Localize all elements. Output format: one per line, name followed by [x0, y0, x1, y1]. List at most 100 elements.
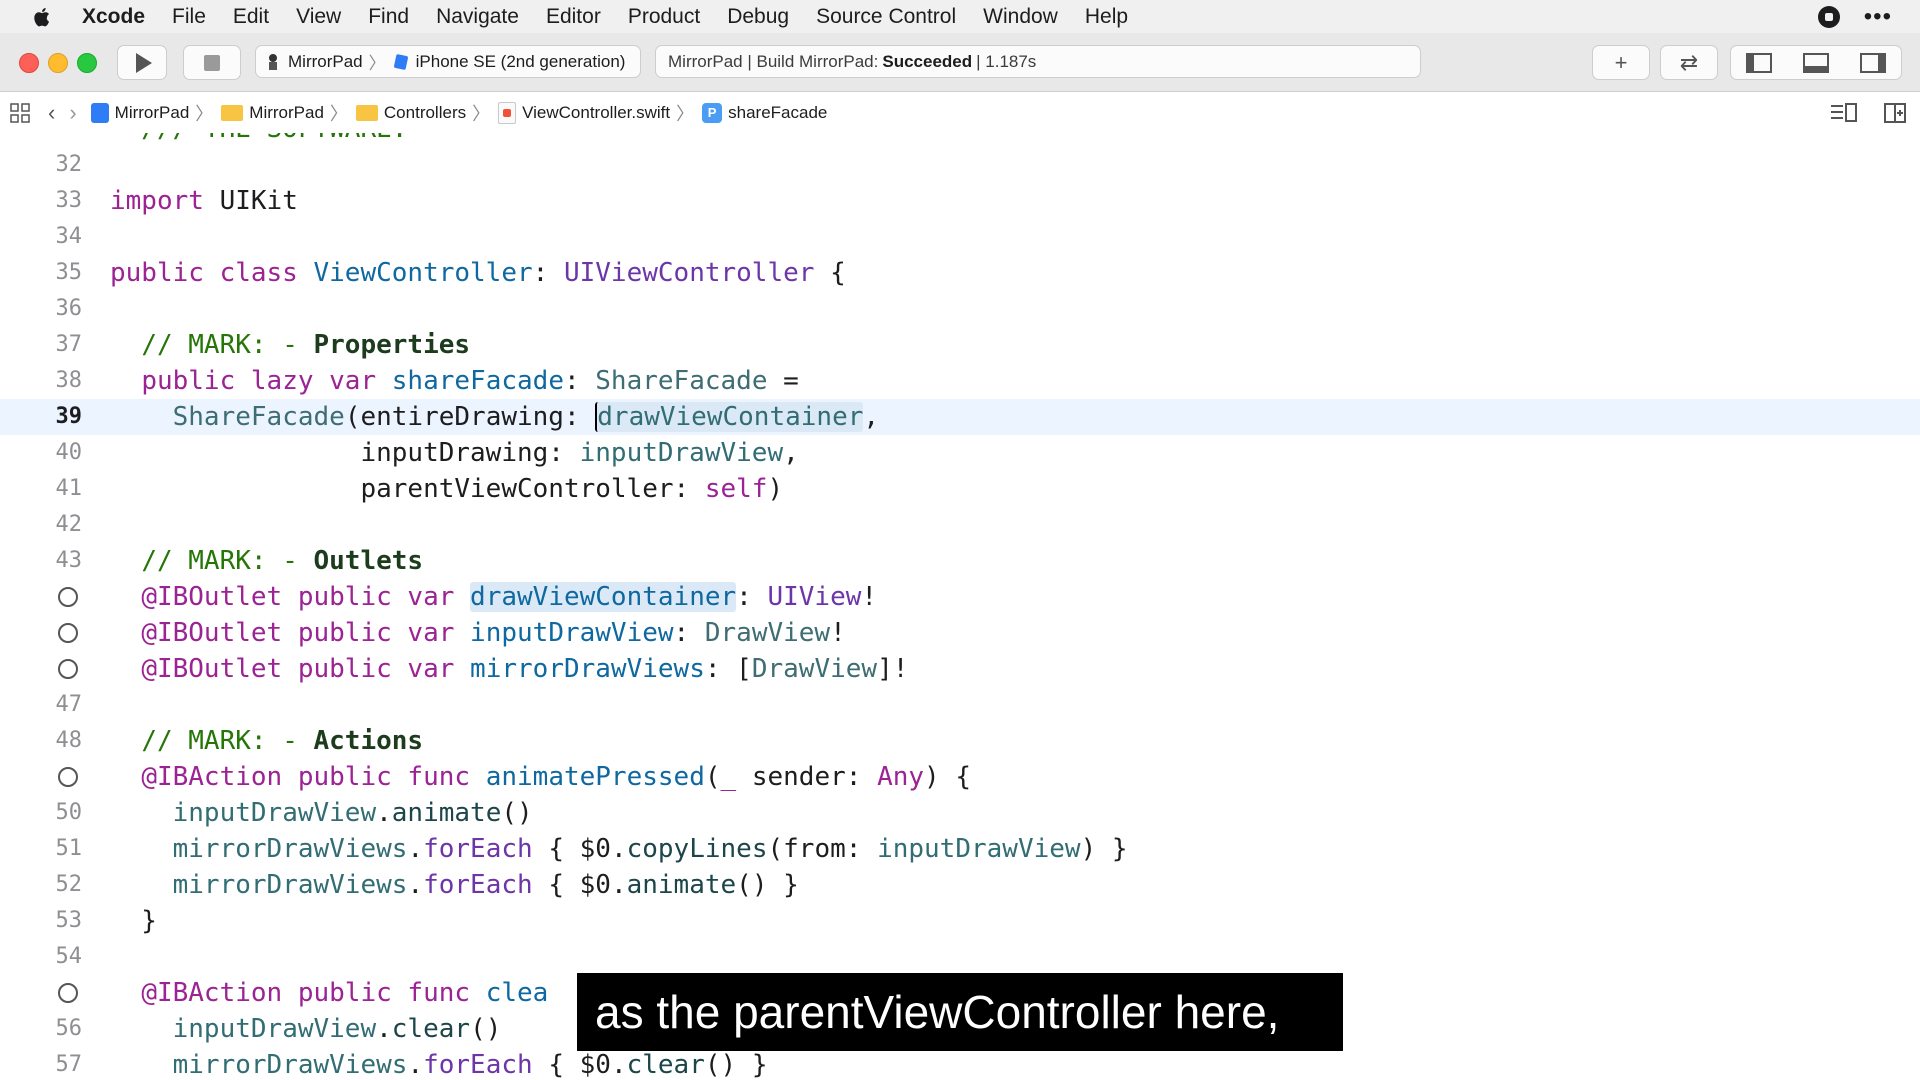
scheme-selector[interactable]: MirrorPad 〉 iPhone SE (2nd generation) — [255, 45, 641, 78]
line-number: 53 — [55, 908, 83, 933]
project-icon — [90, 102, 109, 123]
outlet-connection-icon[interactable] — [58, 659, 78, 679]
video-caption: as the parentViewController here, — [577, 973, 1343, 1051]
crumb-group[interactable]: MirrorPad — [221, 103, 324, 123]
menu-debug[interactable]: Debug — [727, 5, 789, 29]
line-number: 35 — [55, 260, 83, 285]
crumb-symbol[interactable]: P shareFacade — [702, 102, 828, 123]
outlet-connection-icon[interactable] — [58, 623, 78, 643]
more-dots-icon[interactable]: ••• — [1864, 0, 1892, 33]
editor-options — [1830, 92, 1906, 133]
code-text: ShareFacade(entireDrawing: drawViewConta… — [172, 402, 880, 432]
code-text: inputDrawView.animate() — [172, 798, 533, 828]
line-number: 52 — [55, 872, 83, 897]
menu-find[interactable]: Find — [368, 5, 409, 29]
add-editor-icon[interactable] — [1884, 102, 1906, 123]
code-text: @IBAction public func clea — [141, 978, 549, 1008]
outlet-connection-icon[interactable] — [58, 587, 78, 607]
code-text: @IBAction public func animatePressed(_ s… — [141, 762, 971, 792]
code-text: import UIKit — [110, 186, 298, 216]
code-review-button[interactable]: ⇄ — [1660, 45, 1718, 80]
stop-button[interactable] — [183, 45, 241, 80]
code-line: @IBOutlet public var drawViewContainer: … — [0, 579, 1920, 615]
code-text: } — [110, 906, 157, 936]
code-text: parentViewController: self) — [110, 474, 784, 504]
crumb-controllers[interactable]: Controllers — [355, 103, 466, 123]
action-connection-icon[interactable] — [58, 767, 78, 787]
menu-help[interactable]: Help — [1085, 5, 1128, 29]
line-number: 51 — [55, 836, 83, 861]
crumb-group-label: MirrorPad — [249, 102, 324, 122]
crumb-file[interactable]: ViewController.swift — [498, 101, 671, 124]
run-button[interactable] — [117, 45, 167, 80]
crumb-project[interactable]: MirrorPad — [90, 102, 190, 123]
code-line: 40 inputDrawing: inputDrawView, — [0, 435, 1920, 471]
code-line: 50 inputDrawView.animate() — [0, 795, 1920, 831]
code-text: @IBOutlet public var inputDrawView: Draw… — [141, 618, 846, 648]
crumb-symbol-label: shareFacade — [728, 102, 828, 122]
close-window-button[interactable] — [19, 53, 39, 73]
line-number: 34 — [55, 224, 83, 249]
menu-window[interactable]: Window — [983, 5, 1058, 29]
code-line: 48 // MARK: - Actions — [0, 723, 1920, 759]
navigator-toggle-icon[interactable] — [1746, 52, 1773, 73]
crumb-separator: 〉 — [195, 103, 214, 124]
related-items-grid-icon[interactable] — [10, 102, 30, 123]
crumb-project-label: MirrorPad — [114, 102, 190, 122]
menu-editor[interactable]: Editor — [546, 5, 601, 29]
line-number: 41 — [55, 476, 83, 501]
folder-icon — [355, 104, 378, 121]
line-number: 33 — [55, 188, 83, 213]
code-line: 52 mirrorDrawViews.forEach { $0.animate(… — [0, 867, 1920, 903]
scheme-name: MirrorPad — [288, 51, 363, 71]
menu-bar: Xcode File Edit View Find Navigate Edito… — [0, 0, 1920, 33]
minimize-window-button[interactable] — [48, 53, 68, 73]
code-line: 32 — [0, 147, 1920, 183]
code-text: @IBOutlet public var drawViewContainer: … — [141, 582, 878, 612]
screen-recording-icon[interactable] — [1817, 5, 1840, 28]
menu-edit[interactable]: Edit — [233, 5, 269, 29]
back-arrow-icon[interactable]: ‹ — [48, 100, 55, 126]
menu-product[interactable]: Product — [628, 5, 700, 29]
menu-extras: ••• — [1817, 0, 1892, 33]
line-number: 40 — [55, 440, 83, 465]
line-number: 42 — [55, 512, 83, 537]
library-button[interactable]: + — [1592, 45, 1650, 80]
menu-navigate[interactable]: Navigate — [436, 5, 519, 29]
play-icon — [136, 52, 152, 73]
menu-source-control[interactable]: Source Control — [816, 5, 956, 29]
line-number: 38 — [55, 368, 83, 393]
line-number: 39 — [55, 404, 83, 429]
menu-view[interactable]: View — [296, 5, 341, 29]
action-connection-icon[interactable] — [58, 983, 78, 1003]
swap-arrows-icon: ⇄ — [1679, 49, 1699, 75]
menu-app-name[interactable]: Xcode — [82, 5, 145, 29]
code-text: // MARK: - Actions — [141, 726, 424, 756]
zoom-window-button[interactable] — [77, 53, 97, 73]
code-text: mirrorDrawViews.forEach { $0.animate() } — [172, 870, 799, 900]
code-line: @IBOutlet public var mirrorDrawViews: [D… — [0, 651, 1920, 687]
source-editor[interactable]: /// THE SOFTWARE. 32 33 import UIKit 34 … — [0, 133, 1920, 1080]
window-toolbar: MirrorPad 〉 iPhone SE (2nd generation) M… — [0, 33, 1920, 92]
line-number: 47 — [55, 692, 83, 717]
code-line: 36 — [0, 291, 1920, 327]
menu-file[interactable]: File — [172, 5, 206, 29]
code-line: 33 import UIKit — [0, 183, 1920, 219]
line-number: 48 — [55, 728, 83, 753]
editor-options-icon[interactable] — [1830, 102, 1858, 123]
build-time: | 1.187s — [976, 51, 1037, 71]
code-text: @IBOutlet public var mirrorDrawViews: [D… — [141, 654, 909, 684]
code-line: 54 — [0, 939, 1920, 975]
code-line: 57 mirrorDrawViews.forEach { $0.clear() … — [0, 1047, 1920, 1080]
device-icon — [393, 53, 408, 70]
plus-icon: + — [1614, 49, 1628, 75]
crumb-file-label: ViewController.swift — [522, 102, 671, 122]
property-icon: P — [702, 102, 723, 123]
code-text: // MARK: - Properties — [141, 330, 471, 360]
apple-logo-icon[interactable] — [30, 5, 52, 29]
code-line: 51 mirrorDrawViews.forEach { $0.copyLine… — [0, 831, 1920, 867]
forward-arrow-icon[interactable]: › — [69, 100, 76, 126]
code-text: inputDrawView.clear() — [172, 1014, 502, 1044]
debug-area-toggle-icon[interactable] — [1802, 52, 1829, 73]
inspector-toggle-icon[interactable] — [1859, 52, 1886, 73]
